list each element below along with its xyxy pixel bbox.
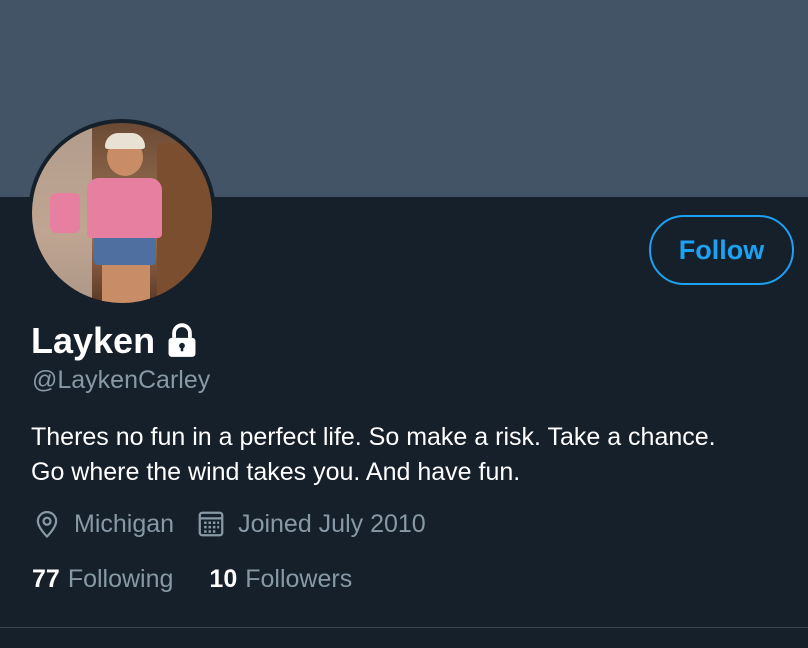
followers-count: 10	[209, 565, 238, 593]
profile-bio: Theres no fun in a perfect life. So make…	[31, 423, 716, 486]
location-pin-icon	[36, 510, 58, 539]
profile-name-row: Layken	[31, 320, 201, 362]
avatar-photo	[32, 123, 212, 303]
following-count: 77	[32, 565, 60, 593]
followers-label: Followers	[245, 565, 353, 593]
divider	[0, 627, 808, 628]
lock-icon	[168, 323, 196, 357]
follow-button[interactable]: Follow	[649, 215, 794, 285]
followers-link[interactable]: 10 Followers	[209, 565, 352, 594]
location-item: Michigan	[32, 509, 174, 539]
avatar[interactable]	[28, 119, 216, 307]
location-text: Michigan	[74, 509, 175, 538]
profile-name: Layken	[31, 320, 156, 361]
following-label: Following	[67, 565, 174, 593]
joined-text: Joined July 2010	[238, 509, 426, 538]
joined-item: Joined July 2010	[196, 509, 426, 539]
profile-meta: Michigan Joined July 2010	[32, 509, 426, 539]
profile-handle: @LaykenCarley	[32, 366, 211, 394]
following-link[interactable]: 77 Following	[32, 565, 173, 594]
calendar-icon	[198, 511, 224, 537]
profile-stats: 77 Following 10 Followers	[32, 565, 352, 594]
